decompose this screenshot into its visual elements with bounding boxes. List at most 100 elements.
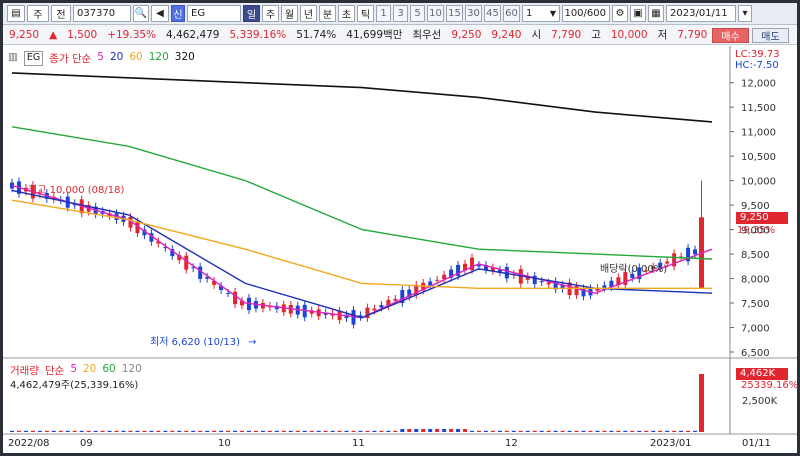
volume-bar: [567, 430, 572, 432]
volume-bar: [100, 430, 105, 432]
ma-20: 20: [109, 51, 124, 63]
volume-bar: [630, 430, 635, 432]
volume-bar: [525, 430, 530, 432]
ma-label: 종가 단순: [49, 53, 92, 65]
candle-body: [693, 249, 698, 255]
volume-bar: [400, 429, 405, 432]
candle-body: [428, 281, 433, 286]
volume-bar: [58, 430, 63, 432]
volume-bar: [302, 430, 307, 432]
volume-bar: [135, 430, 140, 432]
volume-bar: [651, 430, 656, 432]
volume-bar: [51, 430, 56, 432]
volume-bar: [456, 429, 461, 432]
volume-bar: [184, 430, 189, 432]
volume-bar: [616, 430, 621, 432]
candle-body: [379, 305, 384, 308]
volume-bar: [407, 429, 412, 432]
volume-bar: [260, 430, 265, 432]
y-tick-label: 8,000: [741, 275, 770, 286]
volume-bar: [37, 430, 42, 432]
volume-bar: [518, 430, 523, 432]
volume-bar: [428, 429, 433, 432]
volume-bar: [546, 430, 551, 432]
volume-bar: [295, 430, 300, 432]
volume-bar: [686, 430, 691, 432]
ma-120: 120: [148, 51, 169, 63]
ma-60: 60: [129, 51, 143, 63]
volume-bar: [490, 430, 495, 432]
volume-bar: [602, 430, 607, 432]
volume-bar: [463, 429, 468, 432]
volume-bar: [309, 430, 314, 432]
volume-bar: [442, 429, 447, 432]
volume-bar: [511, 430, 516, 432]
volume-bar: [30, 430, 35, 432]
volume-bar: [274, 430, 279, 432]
hc-label: HC:-7.50: [735, 60, 779, 71]
candle-body: [393, 298, 398, 301]
candle-body: [602, 285, 607, 288]
volume-bar-last: [699, 374, 704, 432]
volume-bar: [358, 430, 363, 432]
volume-bar: [483, 430, 488, 432]
volume-bar: [553, 430, 558, 432]
volume-bar: [421, 429, 426, 432]
volume-bar: [693, 430, 698, 432]
volume-bar: [44, 430, 49, 432]
volume-bar: [323, 430, 328, 432]
volume-bar: [149, 430, 154, 432]
price-legend: ▥ EG 종가 단순 5 20 60 120 320: [8, 51, 195, 66]
volume-bar: [177, 430, 182, 432]
volume-bar: [212, 430, 217, 432]
candle-body: [233, 291, 238, 305]
volume-bar: [107, 430, 112, 432]
volume-bar: [672, 430, 677, 432]
volume-bar: [267, 430, 272, 432]
volume-bar: [623, 430, 628, 432]
lc-label: LC:39.73: [735, 49, 780, 60]
min-annotation: 최저 6,620 (10/13): [150, 336, 240, 348]
volume-bar: [240, 430, 244, 432]
volume-bar: [170, 430, 175, 432]
volume-bar: [288, 430, 293, 432]
volume-bar: [205, 430, 210, 432]
volume-bar: [142, 430, 147, 432]
volume-bar: [644, 430, 649, 432]
y-tick-label: 7,500: [741, 299, 770, 310]
volume-bar: [609, 430, 614, 432]
candle-body: [226, 292, 231, 294]
volume-bar: [219, 430, 224, 432]
volume-bar: [379, 430, 384, 432]
volume-bar: [316, 430, 321, 432]
volume-bar: [246, 430, 251, 432]
volume-bar: [253, 430, 258, 432]
volume-bar: [386, 430, 391, 432]
volume-bar: [449, 429, 454, 432]
volume-bar: [497, 430, 502, 432]
candle-body: [372, 308, 377, 311]
volume-bar: [163, 430, 168, 432]
volume-bar: [665, 430, 670, 432]
candle-body: [539, 281, 544, 283]
candle-body: [546, 282, 551, 285]
volume-bar: [10, 430, 14, 432]
volume-bar: [330, 430, 335, 432]
y-tick-label: 7,000: [741, 324, 770, 335]
y-tick-label: 12,000: [741, 79, 776, 90]
volume-bar: [435, 429, 440, 432]
volume-bar: [532, 430, 537, 432]
y-tick-label: 6,500: [741, 348, 770, 359]
ma-320: 320: [174, 51, 195, 63]
volume-bar: [233, 430, 238, 432]
volume-bar: [65, 430, 70, 432]
candle-body: [574, 285, 579, 296]
volume-bar: [93, 430, 98, 432]
volume-bar: [581, 430, 586, 432]
y-tick-label: 8,500: [741, 250, 770, 261]
volume-bar: [372, 430, 377, 432]
volume-bar: [156, 430, 161, 432]
ma-line-5: [11, 184, 713, 319]
volume-bar: [128, 430, 133, 432]
volume-bar: [539, 430, 544, 432]
